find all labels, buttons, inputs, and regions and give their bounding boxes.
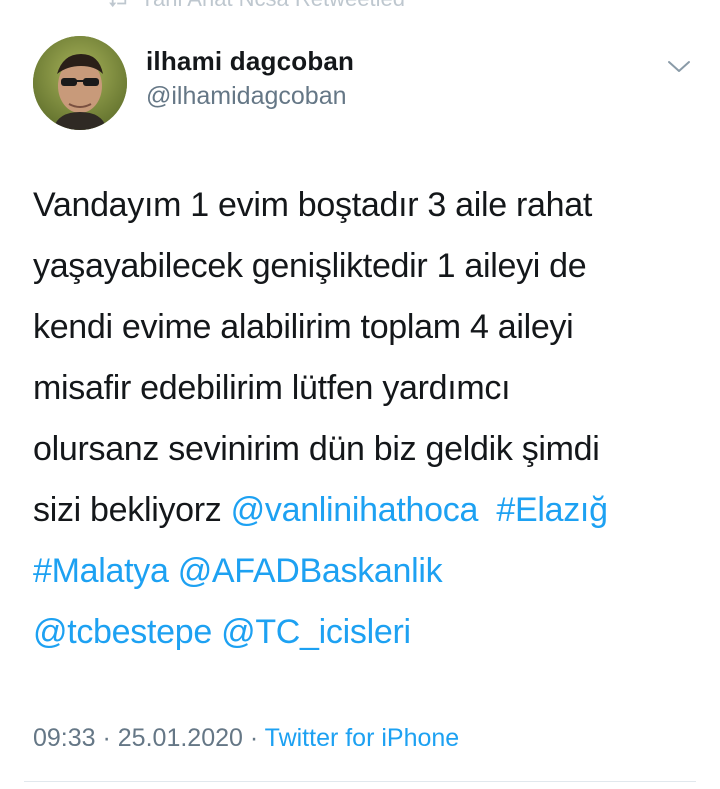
- author-handle[interactable]: @ilhamidagcoban: [146, 82, 347, 111]
- retweet-context: Yahi Anat Ncsa Retweetled: [108, 0, 405, 12]
- meta-separator: ·: [242, 724, 265, 752]
- meta-separator: ·: [95, 724, 118, 752]
- tweet-line: olursanz sevinirim dün biz geldik şimdi: [33, 430, 600, 468]
- tweet-line: misafir edebilirim lütfen yardımcı: [33, 369, 511, 407]
- retweet-icon: [109, 0, 127, 8]
- author-name[interactable]: ilhami dagcoban: [146, 46, 354, 77]
- tweet-line-7: #Malatya @AFADBaskanlik: [33, 541, 703, 602]
- chevron-down-icon[interactable]: [663, 50, 695, 82]
- divider: [24, 781, 696, 782]
- tweet-meta: 09:33 · 25.01.2020 · Twitter for iPhone: [33, 724, 459, 753]
- tweet-line-6: sizi bekliyorz @vanlinihathoca #Elazığ: [33, 480, 703, 541]
- tweet-date: 25.01.2020: [117, 724, 243, 752]
- tweet-source-link[interactable]: Twitter for iPhone: [265, 724, 460, 752]
- tweet-line: kendi evime alabilirim toplam 4 aileyi: [33, 308, 574, 346]
- retweet-context-text: Yahi Anat Ncsa Retweetled: [140, 0, 405, 12]
- tweet-line: Vandayım 1 evim boştadır 3 aile rahat: [33, 186, 593, 224]
- avatar[interactable]: [33, 36, 127, 130]
- mention-vanlinihathoca[interactable]: @vanlinihathoca: [231, 491, 479, 529]
- tweet-time: 09:33: [33, 724, 96, 752]
- tweet-text: Vandayım 1 evim boştadır 3 aile rahat ya…: [33, 175, 703, 663]
- tweet-line: yaşayabilecek genişliktedir 1 aileyi de: [33, 247, 587, 285]
- mention-tc-icisleri[interactable]: @TC_icisleri: [221, 613, 411, 651]
- tweet-line-8: @tcbestepe @TC_icisleri: [33, 602, 703, 663]
- tweet-line-text: sizi bekliyorz: [33, 491, 231, 529]
- hashtag-malatya[interactable]: #Malatya: [33, 552, 169, 590]
- hashtag-elazig[interactable]: #Elazığ: [496, 491, 608, 529]
- mention-afadbaskanlik[interactable]: @AFADBaskanlik: [178, 552, 443, 590]
- mention-tcbestepe[interactable]: @tcbestepe: [33, 613, 212, 651]
